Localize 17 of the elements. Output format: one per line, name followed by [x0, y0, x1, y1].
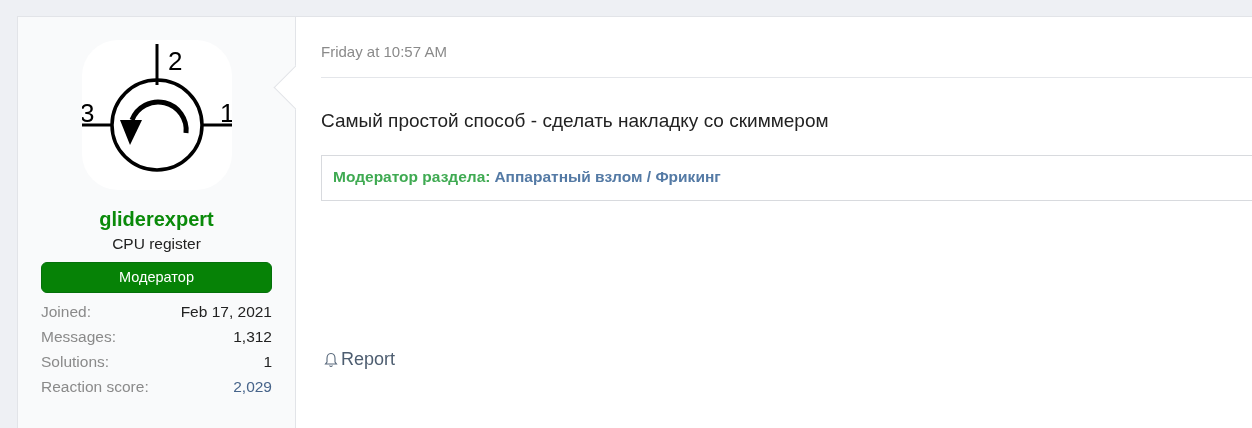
stat-label: Joined: — [41, 302, 91, 322]
stat-value: Feb 17, 2021 — [180, 302, 272, 322]
username-link[interactable]: gliderexpert — [99, 207, 214, 231]
stat-label: Messages: — [41, 327, 116, 347]
bell-icon — [324, 351, 338, 368]
stat-value: 1,312 — [233, 327, 272, 347]
signature-link[interactable]: Аппаратный взлом / Фрикинг — [494, 168, 721, 185]
stat-value: 1 — [263, 352, 272, 372]
signature-label: Модератор раздела: — [333, 168, 491, 185]
stat-value-link[interactable]: 2,029 — [233, 374, 272, 399]
stat-label: Solutions: — [41, 352, 110, 372]
post-text: Самый простой способ - сделать накладку со скиммером — [321, 109, 830, 133]
role-banner: Модератор — [41, 262, 272, 293]
stat-label: Reaction score: — [41, 377, 149, 397]
post-date[interactable]: Friday at 10:57 AM — [321, 41, 1252, 63]
report-link[interactable]: Report — [321, 349, 396, 370]
user-title: CPU register — [112, 234, 201, 254]
